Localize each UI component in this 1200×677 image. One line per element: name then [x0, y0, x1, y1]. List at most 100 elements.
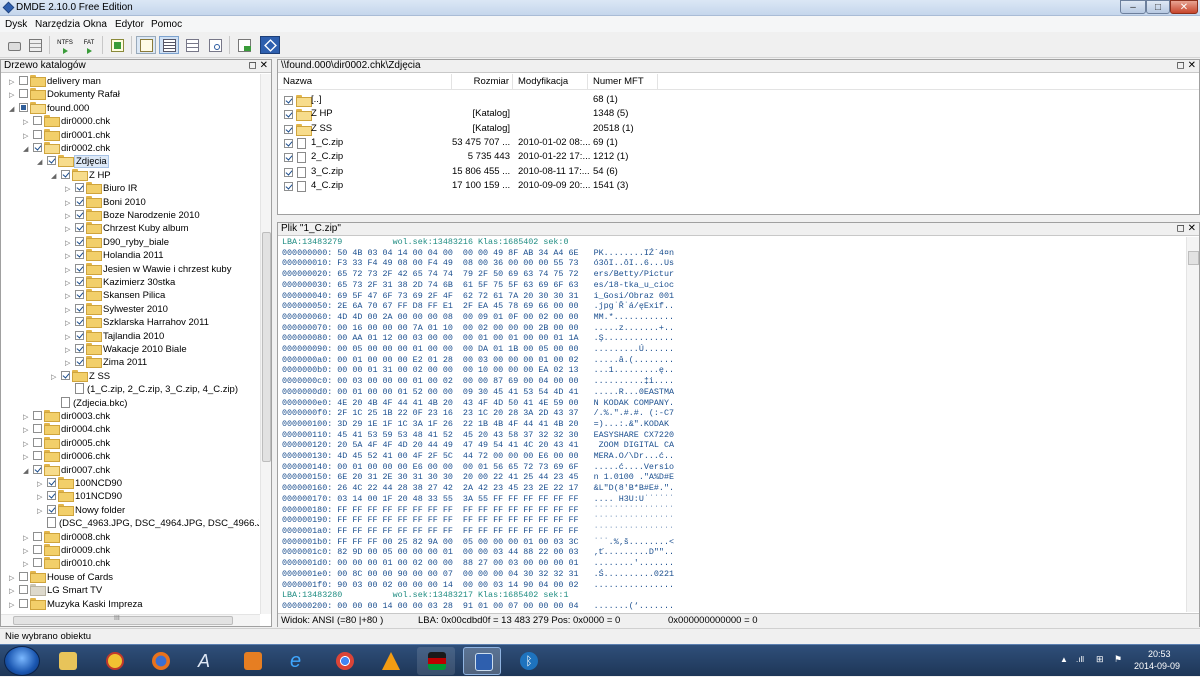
tree-checkbox[interactable]: [47, 156, 56, 165]
tree-item[interactable]: ▷dir0010.chk: [23, 557, 110, 570]
tree-checkbox[interactable]: [33, 558, 42, 567]
tree-item[interactable]: (Zdjecia.bkc): [51, 397, 127, 410]
tree-checkbox[interactable]: [19, 103, 28, 112]
tree-checkbox[interactable]: [33, 465, 42, 474]
file-row[interactable]: 2_C.zip5 735 4432010-01-22 17:...1212 (1…: [278, 150, 658, 164]
expand-arrow-icon[interactable]: ▷: [23, 424, 33, 437]
fat-button[interactable]: FAT: [78, 36, 98, 54]
tree-checkbox[interactable]: [33, 532, 42, 541]
ntfs-button[interactable]: NTFS: [54, 36, 74, 54]
menu-narzedzia[interactable]: Narzędzia: [35, 19, 80, 30]
clock-date[interactable]: 2014-09-09: [1134, 661, 1180, 671]
tree-item[interactable]: ◢found.000: [9, 102, 89, 115]
start-button[interactable]: [4, 646, 40, 676]
expand-arrow-icon[interactable]: ▷: [23, 558, 33, 571]
tree-checkbox[interactable]: [33, 130, 42, 139]
tree-checkbox[interactable]: [75, 344, 84, 353]
expand-arrow-icon[interactable]: ▷: [9, 599, 19, 612]
file-row[interactable]: Z HP[Katalog]1348 (5): [278, 107, 658, 121]
expand-arrow-icon[interactable]: ▷: [65, 304, 75, 317]
menu-pomoc[interactable]: Pomoc: [151, 19, 182, 30]
close-button[interactable]: ✕: [1170, 0, 1198, 14]
expand-arrow-icon[interactable]: ▷: [65, 264, 75, 277]
file-row[interactable]: 4_C.zip17 100 159 ...2010-09-09 20:...15…: [278, 179, 658, 193]
hex-panel-close-button[interactable]: ◻ ✕: [1177, 223, 1196, 235]
taskbar-firefox[interactable]: [141, 647, 179, 675]
tree-item[interactable]: ▷Holandia 2011: [65, 249, 164, 262]
tree-item[interactable]: ▷Chrzest Kuby album: [65, 222, 189, 235]
tree-checkbox[interactable]: [75, 183, 84, 192]
menu-okna[interactable]: Okna: [83, 19, 107, 30]
file-row[interactable]: [..]68 (1): [278, 93, 658, 107]
expand-arrow-icon[interactable]: ▷: [65, 317, 75, 330]
tree-item[interactable]: ▷Tajlandia 2010: [65, 330, 164, 343]
tree-checkbox[interactable]: [19, 89, 28, 98]
tree-item[interactable]: ▷dir0005.chk: [23, 437, 110, 450]
expand-arrow-icon[interactable]: ▷: [23, 116, 33, 129]
tree-checkbox[interactable]: [33, 143, 42, 152]
expand-arrow-icon[interactable]: ▷: [9, 76, 19, 89]
tree-item[interactable]: ▷dir0003.chk: [23, 410, 110, 423]
tree-item[interactable]: ▷101NCD90: [37, 490, 122, 503]
tree-item[interactable]: ▷dir0009.chk: [23, 544, 110, 557]
tree-checkbox[interactable]: [61, 371, 70, 380]
expand-arrow-icon[interactable]: ◢: [9, 103, 19, 116]
disk-button[interactable]: [4, 36, 24, 54]
tree-item[interactable]: ▷Jesien w Wawie i chrzest kuby: [65, 263, 231, 276]
tree-item[interactable]: ▷Kazimierz 30stka: [65, 276, 175, 289]
expand-arrow-icon[interactable]: ▷: [65, 357, 75, 370]
tree-item[interactable]: ▷Z SS: [51, 370, 110, 383]
clock-time[interactable]: 20:53: [1148, 649, 1171, 659]
tree-checkbox[interactable]: [33, 411, 42, 420]
taskbar-bluetooth[interactable]: ᛒ: [509, 647, 547, 675]
file-checkbox[interactable]: [284, 125, 293, 134]
expand-arrow-icon[interactable]: ▷: [37, 478, 47, 491]
expand-arrow-icon[interactable]: ▷: [65, 331, 75, 344]
file-checkbox[interactable]: [284, 168, 293, 177]
tree-item[interactable]: ▷Sylwester 2010: [65, 303, 168, 316]
file-list-close-button[interactable]: ◻ ✕: [1177, 60, 1196, 72]
tree-checkbox[interactable]: [75, 250, 84, 259]
expand-arrow-icon[interactable]: ▷: [65, 277, 75, 290]
tree-checkbox[interactable]: [19, 585, 28, 594]
dmde-button[interactable]: [260, 36, 280, 54]
view-details-button[interactable]: [182, 36, 202, 54]
tree-checkbox[interactable]: [75, 331, 84, 340]
view-list-button[interactable]: [159, 36, 179, 54]
column-size[interactable]: Rozmiar: [452, 74, 513, 90]
file-checkbox[interactable]: [284, 139, 293, 148]
tree-checkbox[interactable]: [75, 357, 84, 366]
expand-arrow-icon[interactable]: ▷: [23, 411, 33, 424]
expand-arrow-icon[interactable]: ▷: [37, 491, 47, 504]
hex-dump[interactable]: LBA:13483279 wol.sek:13483216 Klas:16854…: [282, 237, 1182, 612]
tree-checkbox[interactable]: [33, 451, 42, 460]
tree-checkbox[interactable]: [33, 438, 42, 447]
expand-arrow-icon[interactable]: ▷: [51, 371, 61, 384]
hex-vertical-scrollbar[interactable]: [1186, 237, 1199, 612]
taskbar-vlc[interactable]: [371, 647, 409, 675]
tree-item[interactable]: ▷dir0000.chk: [23, 115, 110, 128]
tree-checkbox[interactable]: [75, 197, 84, 206]
tree-checkbox[interactable]: [19, 599, 28, 608]
tree-panel-close-button[interactable]: ◻ ✕: [249, 60, 268, 72]
flag-tray-icon[interactable]: ⚑: [1114, 654, 1122, 665]
tree-checkbox[interactable]: [75, 304, 84, 313]
tree-checkbox[interactable]: [75, 210, 84, 219]
tree-item[interactable]: ▷Skansen Pilica: [65, 289, 165, 302]
menu-edytor[interactable]: Edytor: [115, 19, 144, 30]
expand-arrow-icon[interactable]: ▷: [23, 438, 33, 451]
tree-item[interactable]: (DSC_4963.JPG, DSC_4964.JPG, DSC_4966.JP…: [37, 517, 259, 530]
tree-item[interactable]: ▷Nowy folder: [37, 504, 125, 517]
expand-arrow-icon[interactable]: ▷: [65, 237, 75, 250]
copy-button[interactable]: [234, 36, 254, 54]
tree-item[interactable]: ▷Biuro IR: [65, 182, 137, 195]
tree-checkbox[interactable]: [33, 545, 42, 554]
taskbar-dmde[interactable]: [463, 647, 501, 675]
file-checkbox[interactable]: [284, 182, 293, 191]
tree-item[interactable]: ◢dir0002.chk: [23, 142, 110, 155]
tree-item[interactable]: ▷dir0008.chk: [23, 531, 110, 544]
taskbar-app-smiley[interactable]: [95, 647, 133, 675]
expand-arrow-icon[interactable]: ▷: [65, 250, 75, 263]
expand-arrow-icon[interactable]: ▷: [23, 451, 33, 464]
expand-arrow-icon[interactable]: ▷: [65, 210, 75, 223]
